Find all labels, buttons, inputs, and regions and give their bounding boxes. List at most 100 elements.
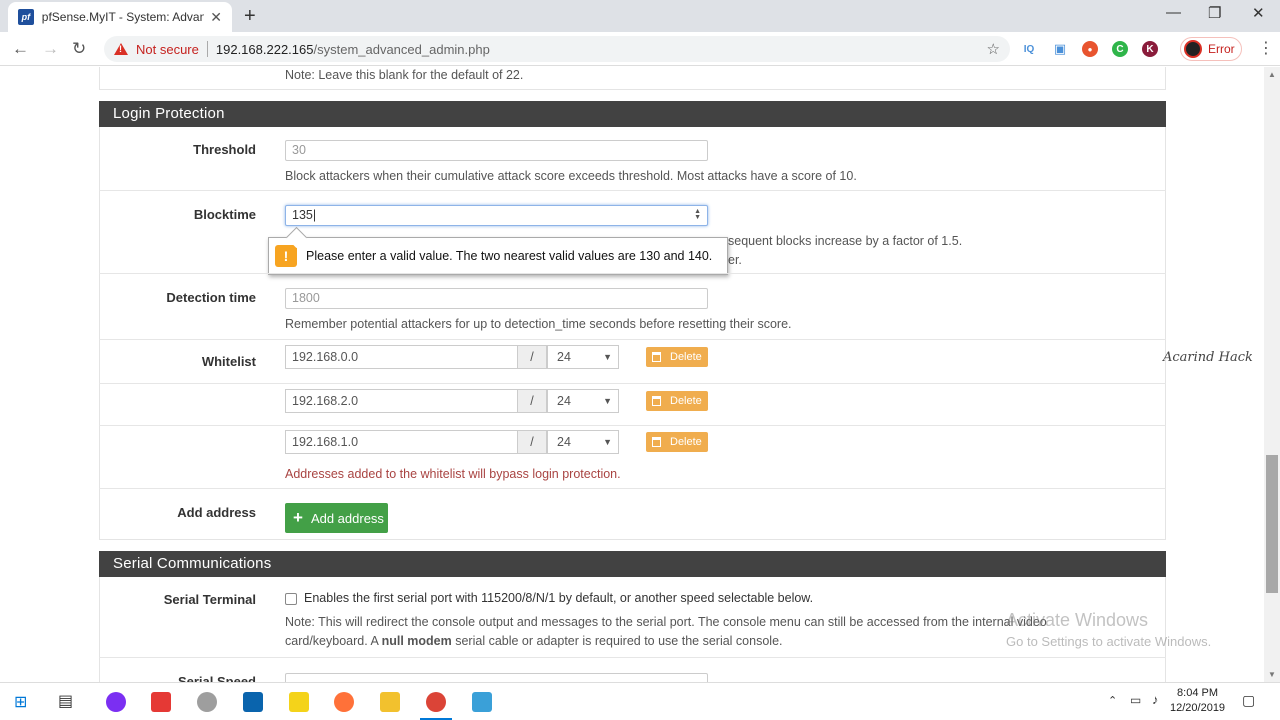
back-icon[interactable]: ←: [12, 39, 29, 59]
whitelist-mask-select[interactable]: 24 ▼: [547, 430, 619, 454]
volume-icon[interactable]: ♪: [1152, 692, 1159, 707]
blocktime-help-line2: er.: [728, 253, 742, 267]
activate-windows-title: Activate Windows: [1006, 610, 1149, 630]
trash-icon: [652, 396, 661, 406]
omnibox-separator: [206, 41, 208, 57]
tray-chevron-up-icon[interactable]: ⌃: [1108, 694, 1117, 707]
validation-warning-icon: !: [275, 245, 297, 267]
row-divider: [99, 339, 1166, 340]
whitelist-delete-button[interactable]: Delete: [646, 391, 708, 411]
media-app-icon[interactable]: [106, 692, 126, 712]
page-scrollbar[interactable]: ▲ ▼: [1264, 67, 1280, 682]
whitelist-label: Whitelist: [201, 354, 256, 369]
blocktime-value: 135: [292, 208, 313, 222]
taskbar-clock[interactable]: 8:04 PM 12/20/2019: [1170, 686, 1225, 716]
sticky-notes-icon[interactable]: [289, 692, 309, 712]
bookmark-star-icon[interactable]: ☆: [987, 40, 1000, 58]
file-explorer-icon[interactable]: [380, 692, 400, 712]
add-address-label: Add address: [177, 505, 256, 520]
url-path: /system_advanced_admin.php: [313, 41, 490, 57]
serial-note-line1: Note: This will redirect the console out…: [285, 615, 1047, 629]
outlook-icon[interactable]: [243, 692, 263, 712]
reload-icon[interactable]: ↻: [72, 39, 86, 59]
row-divider: [99, 425, 1166, 426]
validation-tooltip: ! Please enter a valid value. The two ne…: [268, 237, 728, 275]
whitelist-slash: /: [517, 430, 547, 454]
scrollbar-thumb[interactable]: [1266, 455, 1278, 593]
login-protection-heading: Login Protection: [99, 101, 1166, 127]
plus-icon: +: [293, 508, 303, 527]
blocktime-label: Blocktime: [193, 207, 256, 222]
blocktime-help-line1: sequent blocks increase by a factor of 1…: [728, 234, 963, 248]
browser-toolbar: ← → ↻ Not secure 192.168.222.165/system_…: [0, 32, 1280, 66]
previous-panel-body: [99, 67, 1166, 90]
task-view-icon[interactable]: ▤: [58, 691, 73, 711]
profile-error-button[interactable]: Error: [1180, 37, 1242, 61]
whitelist-mask-value: 24: [557, 394, 571, 408]
scroll-up-arrow-icon[interactable]: ▲: [1268, 70, 1276, 79]
chrome-icon[interactable]: [426, 692, 446, 712]
serial-communications-heading: Serial Communications: [99, 551, 1166, 577]
app-icon[interactable]: [197, 692, 217, 712]
browser-menu-icon[interactable]: ⋮: [1258, 38, 1274, 58]
chevron-down-icon: ▼: [603, 396, 612, 406]
serial-terminal-label: Serial Terminal: [163, 592, 256, 607]
profile-error-label: Error: [1208, 42, 1235, 56]
firefox-icon[interactable]: [334, 692, 354, 712]
app-window-icon[interactable]: [472, 692, 492, 712]
whitelist-address-input[interactable]: 192.168.1.0: [285, 430, 518, 454]
scroll-down-arrow-icon[interactable]: ▼: [1268, 670, 1276, 679]
threshold-input[interactable]: 30: [285, 140, 708, 161]
fire-extension-icon[interactable]: ●: [1082, 41, 1098, 57]
detection-time-input[interactable]: 1800: [285, 288, 708, 309]
whitelist-mask-select[interactable]: 24 ▼: [547, 345, 619, 369]
restore-icon[interactable]: ❐: [1208, 4, 1221, 22]
k-extension-icon[interactable]: K: [1142, 41, 1158, 57]
clock-date: 12/20/2019: [1170, 702, 1226, 714]
add-address-button[interactable]: + Add address: [285, 503, 388, 533]
trash-icon: [652, 437, 661, 447]
screen-extension-icon[interactable]: ▣: [1052, 41, 1068, 57]
row-divider: [99, 488, 1166, 489]
download-manager-icon[interactable]: [151, 692, 171, 712]
window-close-icon[interactable]: ✕: [1252, 4, 1265, 22]
security-label[interactable]: Not secure: [136, 42, 199, 57]
trash-icon: [652, 352, 661, 362]
delete-label: Delete: [670, 351, 702, 363]
whitelist-address-input[interactable]: 192.168.0.0: [285, 345, 518, 369]
browser-tabstrip: pf pfSense.MyIT - System: Advanced ✕ + —…: [0, 0, 1280, 32]
notification-icon[interactable]: ▢: [1242, 692, 1255, 709]
blocktime-input[interactable]: 135| ▲ ▼: [285, 205, 708, 226]
new-tab-icon[interactable]: +: [244, 5, 256, 28]
serial-note-post: serial cable or adapter is required to u…: [451, 634, 783, 648]
address-bar[interactable]: Not secure 192.168.222.165/system_advanc…: [104, 36, 1010, 62]
url-host: 192.168.222.165: [215, 41, 314, 57]
not-secure-warning-icon: [114, 43, 128, 55]
whitelist-mask-select[interactable]: 24 ▼: [547, 389, 619, 413]
network-icon[interactable]: ▭: [1130, 693, 1141, 707]
blocktime-spinner-icon[interactable]: ▲ ▼: [694, 208, 701, 221]
whitelist-delete-button[interactable]: Delete: [646, 432, 708, 452]
detection-time-label: Detection time: [166, 290, 256, 305]
iq-extension-icon[interactable]: IQ: [1021, 41, 1037, 57]
serial-terminal-checkbox[interactable]: [285, 593, 297, 605]
green-extension-icon[interactable]: C: [1112, 41, 1128, 57]
whitelist-slash: /: [517, 389, 547, 413]
serial-terminal-text: Enables the first serial port with 11520…: [304, 591, 814, 605]
serial-speed-select[interactable]: [285, 673, 708, 682]
add-address-button-label: Add address: [310, 510, 384, 526]
forward-icon[interactable]: →: [42, 39, 59, 59]
chevron-down-icon: ▼: [603, 352, 612, 362]
browser-tab[interactable]: pf pfSense.MyIT - System: Advanced ✕: [8, 2, 232, 32]
page-viewport: Note: Leave this blank for the default o…: [0, 67, 1264, 682]
tab-close-icon[interactable]: ✕: [210, 9, 222, 26]
tab-title: pfSense.MyIT - System: Advanced: [41, 10, 205, 24]
threshold-help: Block attackers when their cumulative at…: [285, 169, 857, 183]
delete-label: Delete: [670, 436, 702, 448]
whitelist-address-input[interactable]: 192.168.2.0: [285, 389, 518, 413]
windows-start-icon[interactable]: ⊞: [14, 692, 27, 712]
chevron-down-icon: ▼: [603, 437, 612, 447]
whitelist-delete-button[interactable]: Delete: [646, 347, 708, 367]
minimize-icon[interactable]: —: [1166, 4, 1181, 21]
serial-note-bold: null modem: [381, 634, 452, 648]
